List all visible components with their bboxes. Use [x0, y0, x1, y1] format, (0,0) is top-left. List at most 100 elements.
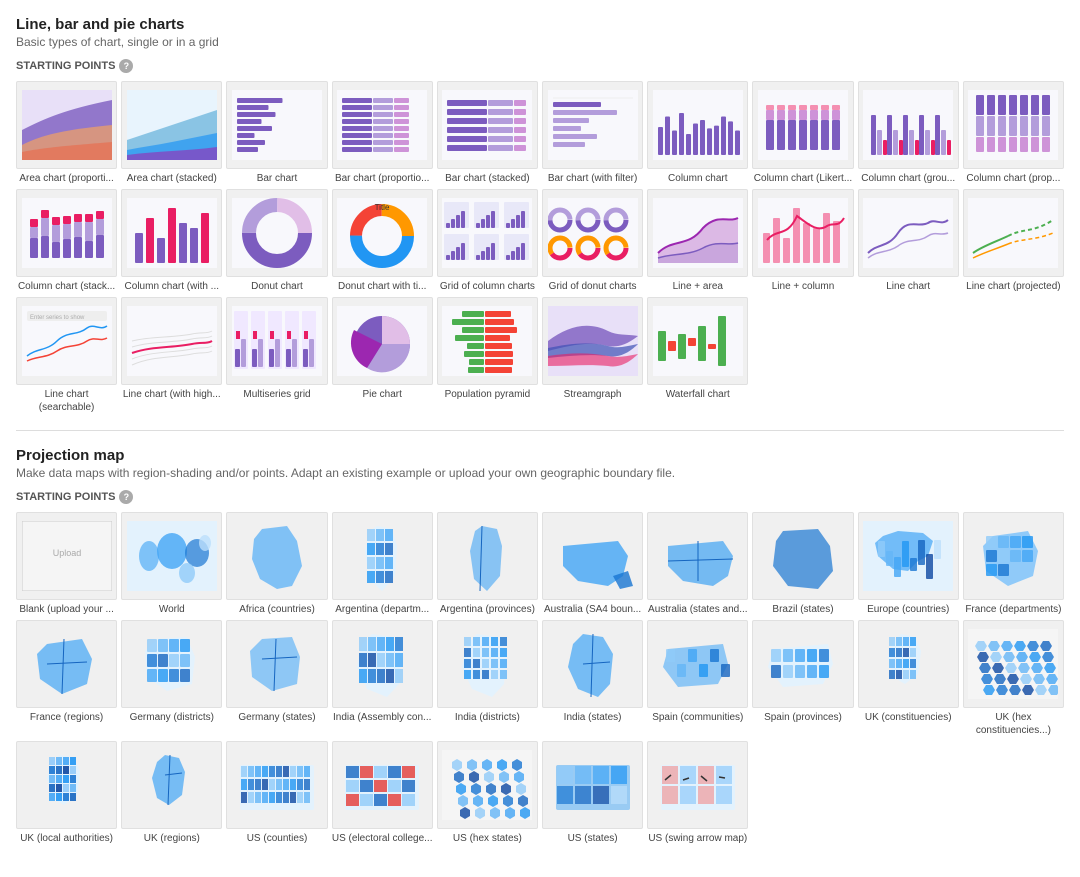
map-thumb-us-states [542, 741, 643, 829]
chart-item-grid-column[interactable]: Grid of column charts [437, 189, 538, 293]
map-label-spain-provinces: Spain (provinces) [764, 711, 842, 724]
chart-thumb-bar-stacked [437, 81, 538, 169]
map-thumb-us-electoral [332, 741, 433, 829]
map-item-world[interactable]: World [121, 512, 222, 616]
chart-item-column-grouped[interactable]: Column chart (grou... [858, 81, 959, 185]
chart-item-line-searchable[interactable]: Enter series to show Line chart (searcha… [16, 297, 117, 414]
section-charts-starting-points: STARTING POINTS ? [16, 59, 1064, 73]
section-charts-subtitle: Basic types of chart, single or in a gri… [16, 35, 1064, 49]
map-item-india-districts[interactable]: India (districts) [437, 620, 538, 737]
chart-item-bar-proportional[interactable]: Bar chart (proportio... [332, 81, 433, 185]
chart-thumb-column-likert [752, 81, 853, 169]
map-item-us-hex-states[interactable]: US (hex states) [437, 741, 538, 845]
chart-thumb-line-area [647, 189, 748, 277]
svg-text:Upload: Upload [52, 548, 81, 558]
chart-item-column[interactable]: Column chart [647, 81, 748, 185]
chart-item-area-stacked[interactable]: Area chart (stacked) [121, 81, 222, 185]
map-item-uk-regions[interactable]: UK (regions) [121, 741, 222, 845]
chart-label-column-grouped: Column chart (grou... [861, 172, 955, 185]
map-thumb-france-regions [16, 620, 117, 708]
chart-thumb-line-column [752, 189, 853, 277]
map-item-germany-states[interactable]: Germany (states) [226, 620, 327, 737]
map-item-europe[interactable]: Europe (countries) [858, 512, 959, 616]
chart-item-donut-title[interactable]: TitleDonut chart with ti... [332, 189, 433, 293]
map-item-australia-states[interactable]: Australia (states and... [647, 512, 748, 616]
chart-item-column-with[interactable]: Column chart (with ... [121, 189, 222, 293]
map-thumb-spain-communities [647, 620, 748, 708]
chart-label-bar: Bar chart [257, 172, 298, 185]
chart-label-column-stacked: Column chart (stack... [18, 280, 115, 293]
chart-item-bar[interactable]: Bar chart [226, 81, 327, 185]
chart-label-column: Column chart [668, 172, 727, 185]
section-charts: Line, bar and pie charts Basic types of … [16, 16, 1064, 414]
map-thumb-india-assembly [332, 620, 433, 708]
chart-label-column-with: Column chart (with ... [125, 280, 219, 293]
map-item-africa[interactable]: Africa (countries) [226, 512, 327, 616]
map-item-germany-districts[interactable]: Germany (districts) [121, 620, 222, 737]
map-label-uk-regions: UK (regions) [144, 832, 200, 845]
chart-label-donut: Donut chart [251, 280, 303, 293]
chart-thumb-donut-title: Title [332, 189, 433, 277]
chart-thumb-grid-donut [542, 189, 643, 277]
chart-item-column-likert[interactable]: Column chart (Likert... [752, 81, 853, 185]
map-item-blank[interactable]: UploadBlank (upload your ... [16, 512, 117, 616]
chart-item-streamgraph[interactable]: Streamgraph [542, 297, 643, 414]
chart-item-column-proportional[interactable]: Column chart (prop... [963, 81, 1064, 185]
map-thumb-us-hex-states [437, 741, 538, 829]
section-maps-starting-points: STARTING POINTS ? [16, 490, 1064, 504]
map-item-india-assembly[interactable]: India (Assembly con... [332, 620, 433, 737]
chart-label-bar-proportional: Bar chart (proportio... [335, 172, 429, 185]
map-item-spain-communities[interactable]: Spain (communities) [647, 620, 748, 737]
map-item-france-regions[interactable]: France (regions) [16, 620, 117, 737]
chart-item-column-stacked[interactable]: Column chart (stack... [16, 189, 117, 293]
map-item-uk-local[interactable]: UK (local authorities) [16, 741, 117, 845]
map-thumb-australia-sa4 [542, 512, 643, 600]
map-item-australia-sa4[interactable]: Australia (SA4 boun... [542, 512, 643, 616]
chart-item-pie[interactable]: Pie chart [332, 297, 433, 414]
chart-thumb-area-stacked [121, 81, 222, 169]
chart-item-grid-donut[interactable]: Grid of donut charts [542, 189, 643, 293]
chart-label-bar-stacked: Bar chart (stacked) [445, 172, 529, 185]
chart-thumb-streamgraph [542, 297, 643, 385]
chart-item-multiseries[interactable]: Multiseries grid [226, 297, 327, 414]
chart-item-line[interactable]: Line chart [858, 189, 959, 293]
map-item-us-counties[interactable]: US (counties) [226, 741, 327, 845]
chart-item-donut[interactable]: Donut chart [226, 189, 327, 293]
chart-item-line-projected[interactable]: Line chart (projected) [963, 189, 1064, 293]
chart-item-line-highlight[interactable]: Line chart (with high... [121, 297, 222, 414]
help-icon-charts[interactable]: ? [119, 59, 133, 73]
chart-thumb-line-projected [963, 189, 1064, 277]
map-item-france-dept[interactable]: France (departments) [963, 512, 1064, 616]
map-item-india-states[interactable]: India (states) [542, 620, 643, 737]
chart-item-area-proportional[interactable]: Area chart (proporti... [16, 81, 117, 185]
map-item-uk-constituencies[interactable]: UK (constituencies) [858, 620, 959, 737]
map-item-spain-provinces[interactable]: Spain (provinces) [752, 620, 853, 737]
map-item-us-states[interactable]: US (states) [542, 741, 643, 845]
map-item-brazil[interactable]: Brazil (states) [752, 512, 853, 616]
map-label-argentina-dept: Argentina (departm... [335, 603, 429, 616]
chart-item-line-column[interactable]: Line + column [752, 189, 853, 293]
map-thumb-blank: Upload [16, 512, 117, 600]
map-label-germany-districts: Germany (districts) [130, 711, 214, 724]
map-item-us-swing[interactable]: US (swing arrow map) [647, 741, 748, 845]
chart-item-waterfall[interactable]: Waterfall chart [647, 297, 748, 414]
chart-item-population-pyramid[interactable]: Population pyramid [437, 297, 538, 414]
map-thumb-germany-states [226, 620, 327, 708]
chart-item-bar-stacked[interactable]: Bar chart (stacked) [437, 81, 538, 185]
chart-item-bar-filter[interactable]: Bar chart (with filter) [542, 81, 643, 185]
charts-grid: Area chart (proporti... Area chart (stac… [16, 81, 1064, 414]
map-label-france-dept: France (departments) [965, 603, 1061, 616]
map-label-europe: Europe (countries) [867, 603, 949, 616]
map-label-australia-states: Australia (states and... [648, 603, 748, 616]
help-icon-maps[interactable]: ? [119, 490, 133, 504]
map-item-uk-hex-const[interactable]: UK (hex constituencies...) [963, 620, 1064, 737]
chart-label-population-pyramid: Population pyramid [445, 388, 531, 401]
map-item-us-electoral[interactable]: US (electoral college... [332, 741, 433, 845]
chart-item-line-area[interactable]: Line + area [647, 189, 748, 293]
chart-label-line-searchable: Line chart (searchable) [16, 388, 117, 414]
map-item-argentina-dept[interactable]: Argentina (departm... [332, 512, 433, 616]
map-thumb-france-dept [963, 512, 1064, 600]
map-item-argentina-prov[interactable]: Argentina (provinces) [437, 512, 538, 616]
map-label-france-regions: France (regions) [30, 711, 103, 724]
map-thumb-germany-districts [121, 620, 222, 708]
